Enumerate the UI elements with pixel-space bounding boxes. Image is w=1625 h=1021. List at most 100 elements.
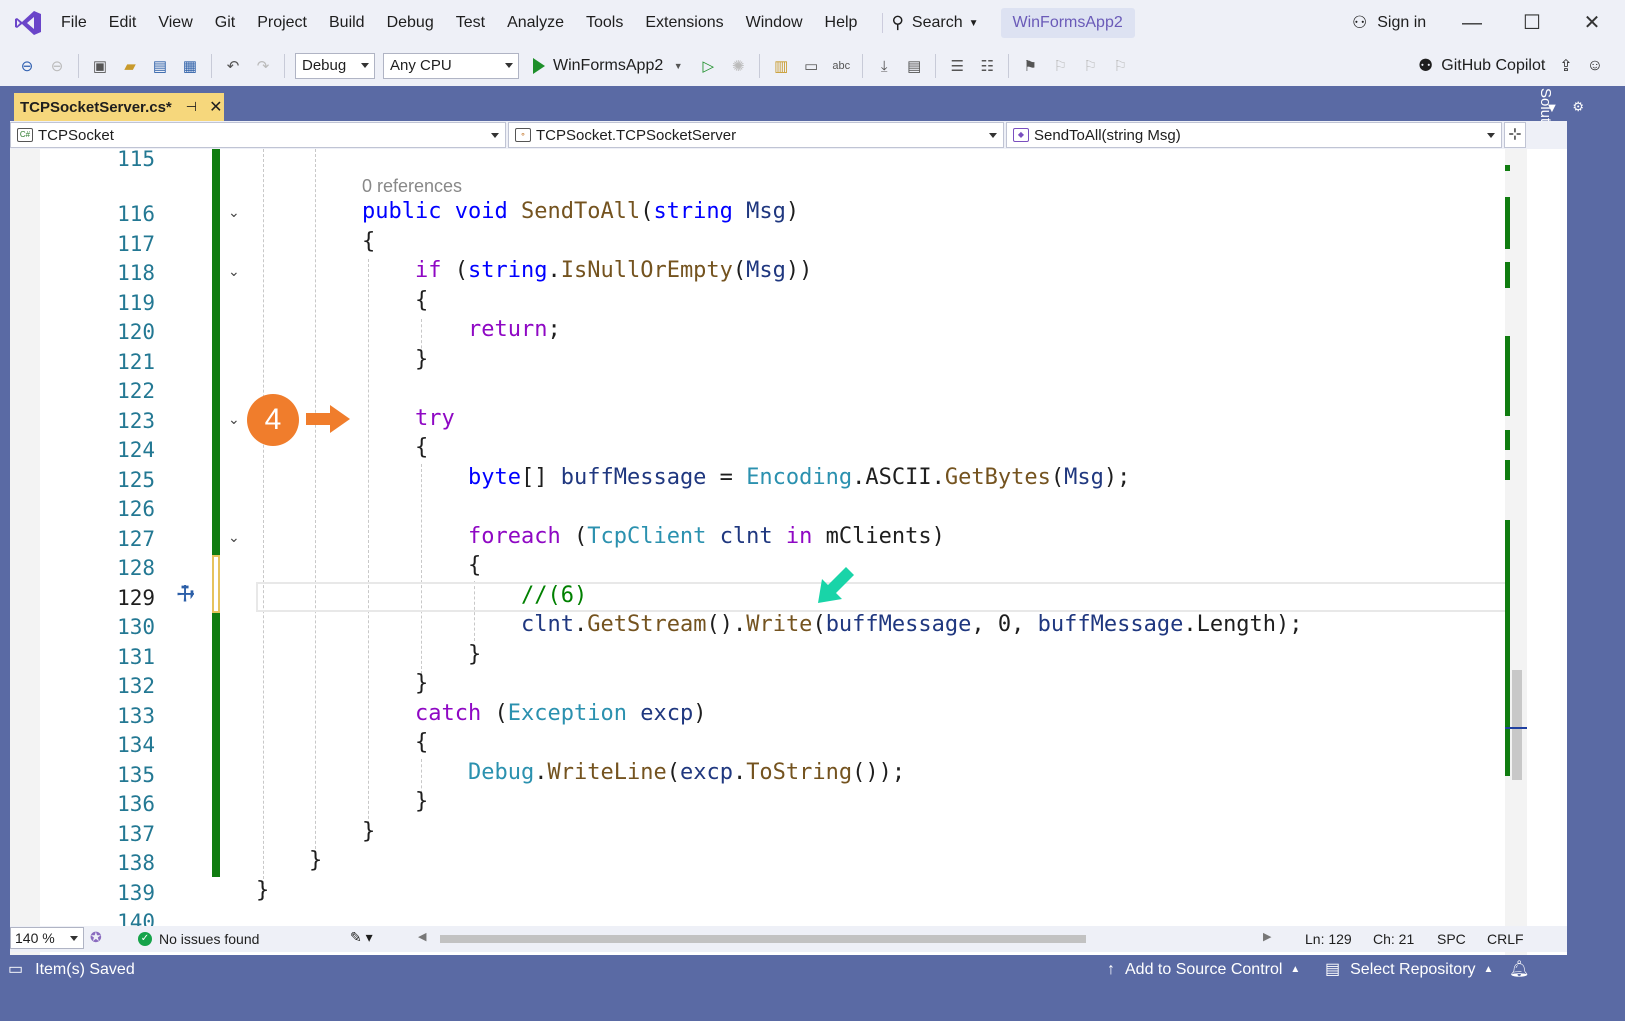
- collapse-chevron-icon[interactable]: ⌄: [228, 529, 242, 546]
- code-line-133: catch (Exception excp): [415, 701, 707, 726]
- code-line-127: foreach (TcpClient clnt in mClients): [468, 524, 945, 549]
- notifications-bell-icon[interactable]: 🔔︎: [1509, 956, 1529, 984]
- editor-status-row: 140 % ✪ ✓ No issues found ✎ ▾ ◀ ▶ Ln: 12…: [10, 926, 1567, 952]
- code-line-137: }: [362, 819, 376, 844]
- save-icon[interactable]: ▤: [149, 55, 171, 77]
- settings-gear-icon[interactable]: ⚙: [1572, 99, 1584, 115]
- platform-dropdown[interactable]: Any CPU: [383, 53, 519, 79]
- zoom-dropdown[interactable]: 140 %: [10, 927, 84, 949]
- code-editor[interactable]: 0 references 115 116 117 118 119 120 121…: [10, 149, 1567, 955]
- hot-reload-icon[interactable]: ✺: [727, 55, 749, 77]
- column-indicator[interactable]: Ch: 21: [1373, 926, 1414, 952]
- step-icon[interactable]: ⤓: [873, 55, 895, 77]
- code-line-135: Debug.WriteLine(excp.ToString());: [468, 760, 906, 785]
- whitespace-indicator[interactable]: SPC: [1437, 926, 1466, 952]
- scroll-left-icon[interactable]: ◀: [418, 930, 426, 943]
- line-number: 117: [117, 232, 155, 256]
- project-dropdown[interactable]: C# TCPSocket: [10, 122, 506, 148]
- line-number: 133: [117, 704, 155, 728]
- vertical-scrollbar-thumb[interactable]: [1512, 670, 1522, 780]
- open-folder-icon[interactable]: ▰: [119, 55, 141, 77]
- code-line-121: }: [415, 347, 429, 372]
- menu-tools[interactable]: Tools: [575, 0, 634, 46]
- close-window-button[interactable]: ✕: [1567, 0, 1617, 46]
- minimize-button[interactable]: ―: [1447, 0, 1497, 46]
- type-dropdown[interactable]: ⚬ TCPSocket.TCPSocketServer: [508, 122, 1004, 148]
- tab-list-icon[interactable]: ▼: [1545, 100, 1558, 115]
- bookmark-icon[interactable]: ⚑: [1019, 55, 1041, 77]
- start-debugging-icon[interactable]: [533, 58, 545, 74]
- menu-analyze[interactable]: Analyze: [496, 0, 575, 46]
- outdent-icon[interactable]: ☷: [976, 55, 998, 77]
- source-control-label: Add to Source Control: [1125, 961, 1283, 978]
- tab-tcpsocketserver[interactable]: TCPSocketServer.cs* ⊣ ✕: [14, 93, 224, 121]
- repository-label: Select Repository: [1350, 961, 1476, 978]
- code-cleanup-icon[interactable]: ✎ ▾: [350, 929, 373, 946]
- menu-debug[interactable]: Debug: [376, 0, 445, 46]
- chevron-down-icon[interactable]: ▼: [667, 55, 689, 77]
- locals-icon[interactable]: ▤: [903, 55, 925, 77]
- member-dropdown[interactable]: ◆ SendToAll(string Msg): [1006, 122, 1502, 148]
- prev-bookmark-icon[interactable]: ⚐: [1049, 55, 1071, 77]
- new-project-icon[interactable]: ▣: [89, 55, 111, 77]
- save-all-icon[interactable]: ▦: [179, 55, 201, 77]
- start-without-debugging-icon[interactable]: ▷: [697, 55, 719, 77]
- line-ending-indicator[interactable]: CRLF: [1487, 926, 1524, 952]
- search-button[interactable]: ⚲ Search ▼: [882, 13, 986, 33]
- menu-project[interactable]: Project: [246, 0, 318, 46]
- issues-indicator[interactable]: ✓ No issues found: [138, 926, 259, 952]
- repository-icon: ▤: [1325, 961, 1341, 978]
- indent-icon[interactable]: ☰: [946, 55, 968, 77]
- share-icon[interactable]: ⇪: [1559, 56, 1572, 76]
- code-line-117: {: [362, 229, 376, 254]
- line-number: 120: [117, 320, 155, 344]
- collapse-chevron-icon[interactable]: ⌄: [228, 411, 242, 428]
- menu-build[interactable]: Build: [318, 0, 376, 46]
- intellicode-icon[interactable]: ✪: [90, 929, 102, 946]
- undo-icon[interactable]: ↶: [222, 55, 244, 77]
- configuration-dropdown[interactable]: Debug: [295, 53, 375, 79]
- line-number: 118: [117, 261, 155, 285]
- menu-test[interactable]: Test: [445, 0, 496, 46]
- solution-explorer-icon[interactable]: ▥: [770, 55, 792, 77]
- menu-edit[interactable]: Edit: [98, 0, 148, 46]
- next-bookmark-icon[interactable]: ⚐: [1079, 55, 1101, 77]
- split-editor-icon[interactable]: ⊹: [1504, 122, 1526, 148]
- add-to-source-control-button[interactable]: ↑ Add to Source Control ▲: [1107, 956, 1300, 984]
- menu-view[interactable]: View: [147, 0, 203, 46]
- line-number: 134: [117, 733, 155, 757]
- back-icon[interactable]: ⊖: [16, 55, 38, 77]
- close-tab-icon[interactable]: ✕: [209, 97, 222, 117]
- redo-icon[interactable]: ↷: [252, 55, 274, 77]
- forward-icon[interactable]: ⊖: [46, 55, 68, 77]
- collapse-chevron-icon[interactable]: ⌄: [228, 263, 242, 280]
- sign-in-button[interactable]: ⚇ Sign in: [1352, 0, 1426, 46]
- scroll-right-icon[interactable]: ▶: [1263, 930, 1271, 943]
- quick-actions-screwdriver-icon[interactable]: ⚒: [170, 578, 200, 608]
- menu-extensions[interactable]: Extensions: [634, 0, 734, 46]
- horizontal-scrollbar-thumb[interactable]: [440, 935, 1086, 943]
- project-value: TCPSocket: [38, 126, 114, 144]
- code-line-119: {: [415, 288, 429, 313]
- window-layout-icon[interactable]: ▭: [800, 55, 822, 77]
- github-copilot-button[interactable]: ⚉ GitHub Copilot ⇪ ☺: [1418, 46, 1603, 86]
- clear-bookmarks-icon[interactable]: ⚐: [1109, 55, 1131, 77]
- menu-window[interactable]: Window: [735, 0, 814, 46]
- maximize-button[interactable]: ☐: [1507, 0, 1557, 46]
- menu-help[interactable]: Help: [814, 0, 869, 46]
- document-tab-strip: TCPSocketServer.cs* ⊣ ✕ ▼ ⚙: [10, 93, 1590, 121]
- pin-icon[interactable]: ⊣: [186, 99, 197, 115]
- run-target-button[interactable]: WinFormsApp2: [553, 57, 663, 75]
- visual-studio-logo-icon[interactable]: [14, 10, 42, 36]
- select-repository-button[interactable]: ▤ Select Repository ▲: [1325, 956, 1493, 984]
- toolbar-separator: [211, 54, 212, 78]
- class-icon: ⚬: [515, 128, 531, 142]
- menu-file[interactable]: File: [50, 0, 98, 46]
- menu-git[interactable]: Git: [204, 0, 246, 46]
- line-number: 126: [117, 497, 155, 521]
- line-indicator[interactable]: Ln: 129: [1305, 926, 1352, 952]
- feedback-icon[interactable]: ☺: [1587, 57, 1603, 75]
- line-number: 135: [117, 763, 155, 787]
- collapse-chevron-icon[interactable]: ⌄: [228, 204, 242, 221]
- spell-check-icon[interactable]: abc: [830, 55, 852, 77]
